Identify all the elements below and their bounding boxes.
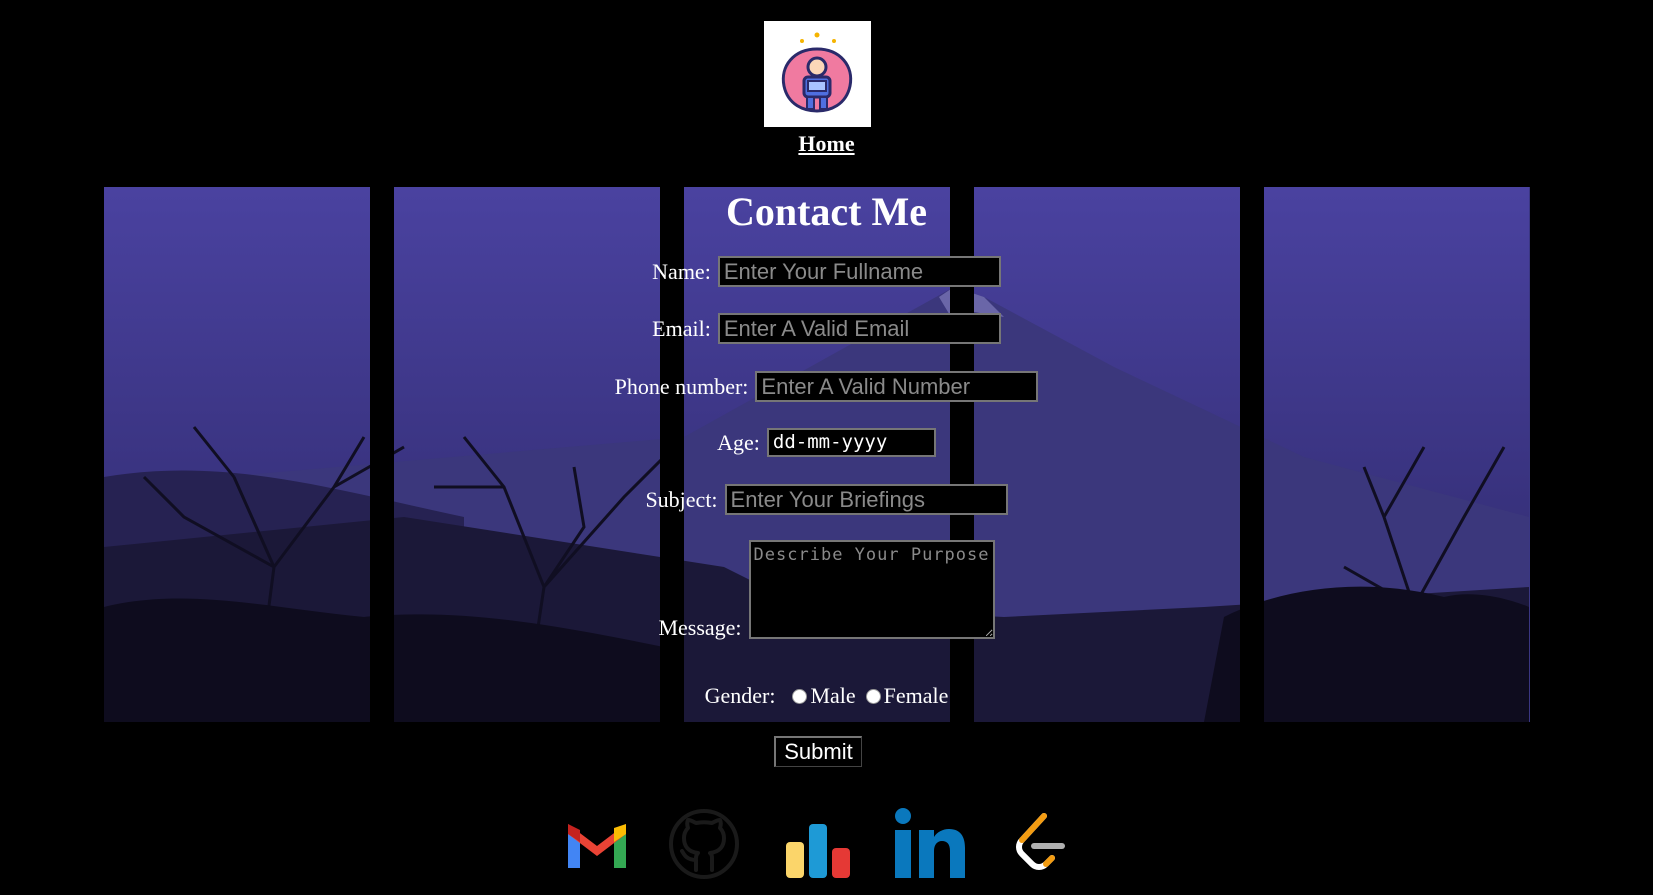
phone-row: Phone number: — [0, 371, 1653, 402]
age-row: Age: dd-mm-yyyy — [0, 428, 1653, 457]
male-label: Male — [810, 683, 856, 708]
name-row: Name: — [0, 256, 1653, 287]
gmail-link[interactable] — [564, 808, 630, 884]
female-label: Female — [883, 683, 949, 708]
phone-label: Phone number: — [614, 373, 749, 399]
submit-button[interactable]: Submit — [774, 736, 862, 767]
linkedin-link[interactable] — [893, 808, 967, 884]
home-link[interactable]: Home — [0, 131, 1653, 157]
gender-label: Gender: — [704, 683, 776, 708]
male-radio[interactable] — [792, 688, 808, 704]
age-date-input[interactable]: dd-mm-yyyy — [766, 428, 936, 457]
linkedin-icon — [895, 808, 965, 878]
name-input[interactable] — [717, 256, 1001, 287]
gmail-icon — [568, 824, 626, 868]
logo — [764, 21, 871, 127]
name-label: Name: — [652, 258, 711, 284]
gender-row: Gender: Male Female — [0, 683, 1653, 709]
message-label: Message: — [658, 615, 742, 640]
message-textarea[interactable] — [748, 540, 995, 639]
email-row: Email: — [0, 313, 1653, 344]
leetcode-link[interactable] — [1012, 808, 1068, 884]
subject-input[interactable] — [724, 484, 1008, 515]
message-row: Message: — [0, 540, 1653, 640]
analytics-icon — [786, 824, 850, 878]
subject-row: Subject: — [0, 484, 1653, 515]
subject-label: Subject: — [645, 486, 718, 512]
female-radio[interactable] — [865, 688, 881, 704]
github-icon — [669, 809, 739, 879]
analytics-link[interactable] — [782, 808, 854, 884]
age-label: Age: — [717, 429, 760, 455]
email-input[interactable] — [717, 313, 1001, 344]
phone-input[interactable] — [755, 371, 1039, 402]
page-title: Contact Me — [725, 189, 928, 234]
leetcode-icon — [1016, 813, 1065, 870]
github-link[interactable] — [668, 808, 740, 884]
email-label: Email: — [652, 315, 711, 341]
developer-avatar-icon — [781, 32, 853, 113]
